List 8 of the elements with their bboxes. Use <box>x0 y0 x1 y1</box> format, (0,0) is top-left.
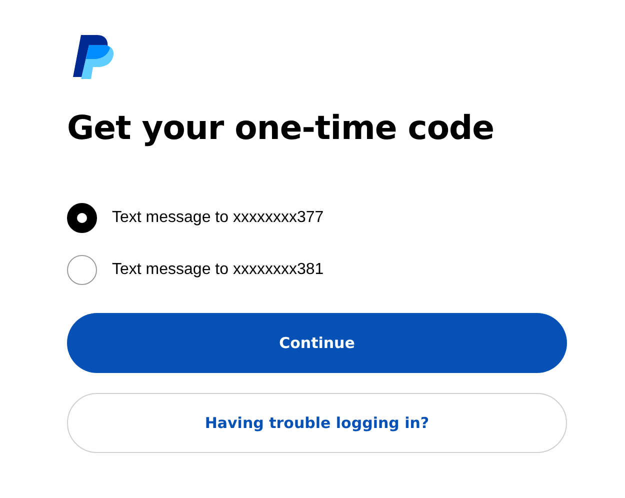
option-label: Text message to xxxxxxxx381 <box>112 261 324 279</box>
logo-icon <box>73 33 115 81</box>
radio-button[interactable] <box>67 255 97 285</box>
help-button[interactable]: Having trouble logging in? <box>67 393 567 453</box>
radio-button[interactable] <box>67 203 97 233</box>
option-label: Text message to xxxxxxxx377 <box>112 209 324 227</box>
continue-button[interactable]: Continue <box>67 313 567 373</box>
page-title: Get your one-time code <box>67 108 495 147</box>
